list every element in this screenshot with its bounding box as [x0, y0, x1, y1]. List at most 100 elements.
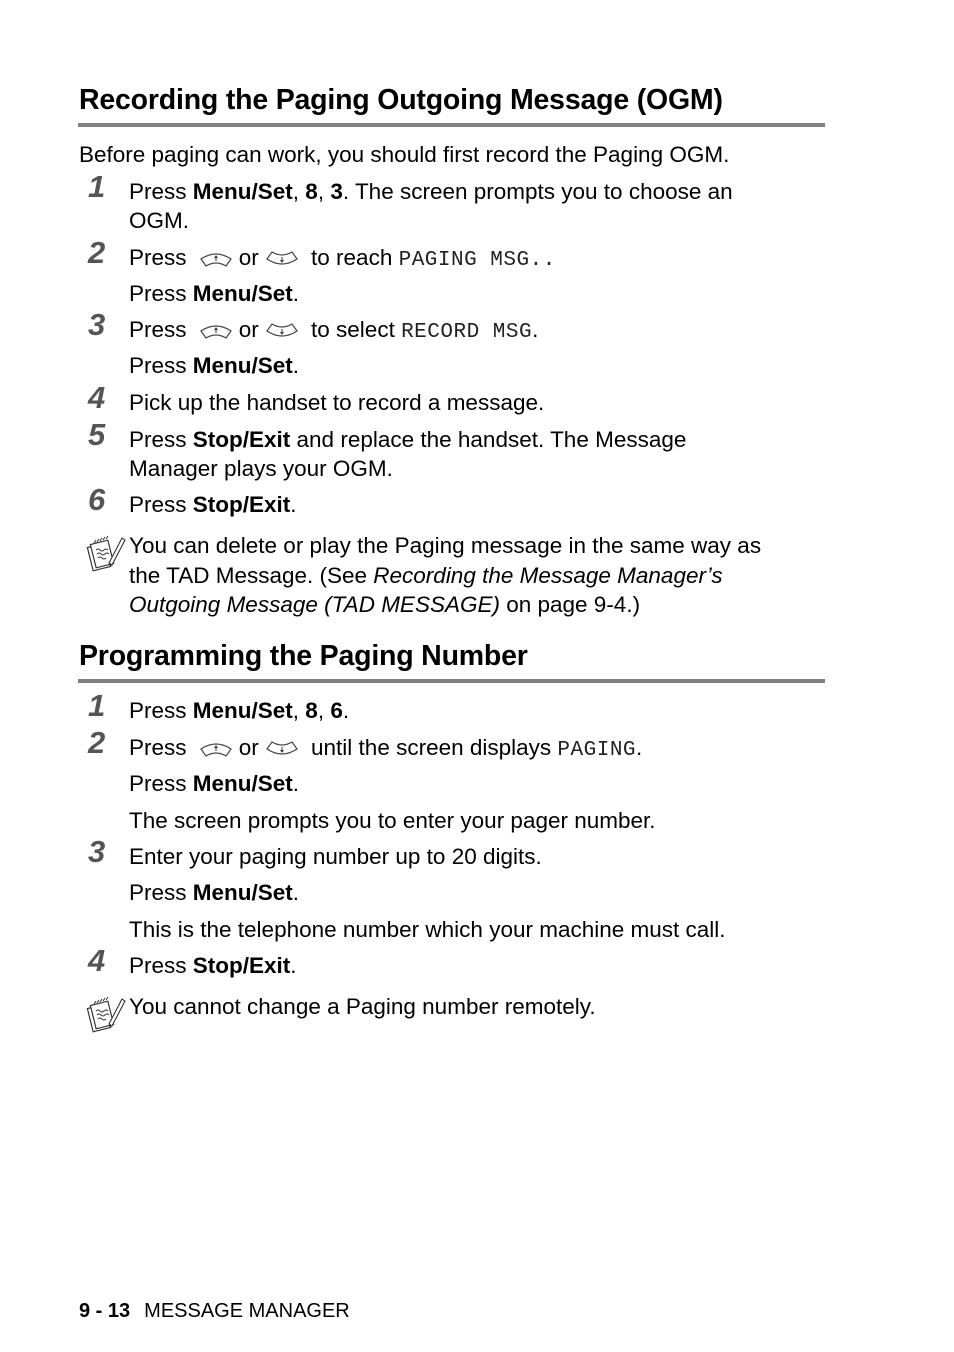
- section-rule: [78, 679, 825, 683]
- step-text-continued: OGM.: [129, 208, 189, 233]
- text: or: [238, 245, 259, 270]
- step-text: Pick up the handset to record a message.: [129, 390, 545, 415]
- step-subtext: The screen prompts you to enter your pag…: [129, 808, 656, 833]
- text: .: [636, 735, 643, 760]
- text: ,: [292, 179, 306, 204]
- text: .: [342, 698, 350, 723]
- step-text: Press or to reach PAGING MSG..: [129, 243, 556, 275]
- text: ,: [317, 179, 331, 204]
- step-text: Press Stop/Exit.: [129, 951, 297, 980]
- step-text-continued: Manager plays your OGM.: [129, 456, 393, 481]
- step-subtext: This is the telephone number which your …: [129, 917, 726, 942]
- lcd-text: PAGING MSG.: [398, 249, 543, 272]
- step-text: Press Stop/Exit and replace the handset.…: [129, 425, 686, 454]
- text: .: [292, 281, 300, 306]
- down-arrow-key-icon: [265, 740, 299, 758]
- up-arrow-key-icon: [199, 322, 233, 340]
- step-subtext: Press Menu/Set.: [129, 878, 299, 907]
- text: Press: [129, 427, 193, 452]
- note-text: the TAD Message. (See Recording the Mess…: [129, 561, 723, 590]
- step-text: Press Stop/Exit.: [129, 490, 297, 519]
- step-number: 5: [88, 417, 106, 452]
- key-label: Menu/Set: [192, 281, 293, 306]
- text: or: [238, 317, 259, 342]
- step-subtext: Press Menu/Set.: [129, 351, 299, 380]
- text: .: [290, 492, 297, 517]
- text: until the screen displays: [304, 735, 558, 760]
- note-text: You can delete or play the Paging messag…: [129, 533, 762, 558]
- down-arrow-key-icon: [265, 322, 299, 340]
- lcd-text: PAGING: [557, 739, 637, 762]
- note-text: You cannot change a Paging number remote…: [129, 994, 596, 1019]
- text: the TAD Message. (See: [129, 563, 374, 588]
- text: Press: [129, 735, 193, 760]
- text: Press: [129, 880, 193, 905]
- text: to reach: [304, 245, 399, 270]
- key-label: Menu/Set: [192, 698, 293, 723]
- key-label: 8: [305, 698, 318, 723]
- chapter-title: MESSAGE MANAGER: [144, 1300, 350, 1322]
- cross-reference: Outgoing Message (TAD MESSAGE): [129, 592, 500, 617]
- down-arrow-key-icon: [265, 250, 299, 268]
- key-label: Menu/Set: [192, 353, 293, 378]
- text: .: [290, 953, 297, 978]
- text: Press: [129, 953, 193, 978]
- text: .: [292, 771, 300, 796]
- key-label: Stop/Exit: [192, 427, 291, 452]
- intro-text: Before paging can work, you should first…: [79, 142, 730, 167]
- text: .: [532, 317, 539, 342]
- step-text: Press or until the screen displays PAGIN…: [129, 733, 642, 765]
- text: Press: [129, 179, 193, 204]
- page-number: 9 - 13: [79, 1300, 131, 1322]
- step-text: Press or to select RECORD MSG.: [129, 315, 538, 347]
- step-number: 1: [88, 169, 106, 204]
- text: Press: [129, 698, 193, 723]
- step-text: Press Menu/Set, 8, 6.: [129, 696, 349, 725]
- text: .: [292, 880, 300, 905]
- key-label: Stop/Exit: [192, 492, 291, 517]
- text: or: [238, 735, 259, 760]
- text: Press: [129, 353, 193, 378]
- text: Press: [129, 492, 193, 517]
- step-text: Enter your paging number up to 20 digits…: [129, 844, 542, 869]
- section-title-paging-number: Programming the Paging Number: [79, 640, 528, 672]
- text: .: [542, 249, 556, 272]
- manual-page: Recording the Paging Outgoing Message (O…: [0, 0, 954, 1352]
- step-number: 6: [88, 482, 106, 517]
- note-icon: [84, 994, 126, 1036]
- up-arrow-key-icon: [199, 740, 233, 758]
- key-label: Menu/Set: [192, 179, 293, 204]
- text: ,: [292, 698, 306, 723]
- text: .: [292, 353, 300, 378]
- text: to select: [304, 317, 402, 342]
- lcd-text: RECORD MSG: [401, 321, 533, 344]
- text: . The screen prompts you to choose an: [342, 179, 733, 204]
- text: Press: [129, 317, 193, 342]
- key-label: 6: [330, 698, 343, 723]
- cross-reference: Recording the Message Manager’s: [373, 563, 723, 588]
- step-subtext: Press Menu/Set.: [129, 769, 299, 798]
- step-number: 4: [88, 380, 106, 415]
- step-number: 2: [88, 235, 106, 270]
- key-label: Menu/Set: [192, 771, 293, 796]
- up-arrow-key-icon: [199, 250, 233, 268]
- key-label: Menu/Set: [192, 880, 293, 905]
- step-number: 4: [88, 943, 106, 978]
- text: and replace the handset. The Message: [290, 427, 687, 452]
- key-label: Stop/Exit: [192, 953, 291, 978]
- text: Press: [129, 771, 193, 796]
- page-footer: 9 - 13 MESSAGE MANAGER: [79, 1300, 350, 1323]
- step-number: 3: [88, 307, 106, 342]
- note-text: Outgoing Message (TAD MESSAGE) on page 9…: [129, 590, 640, 619]
- text: ,: [317, 698, 331, 723]
- key-label: 3: [330, 179, 343, 204]
- step-text: Press Menu/Set, 8, 3. The screen prompts…: [129, 177, 733, 206]
- text: on page 9-4.): [499, 592, 641, 617]
- text: Press: [129, 281, 193, 306]
- step-number: 1: [88, 688, 106, 723]
- section-title-recording-ogm: Recording the Paging Outgoing Message (O…: [79, 84, 723, 116]
- step-number: 3: [88, 834, 106, 869]
- step-number: 2: [88, 725, 106, 760]
- key-label: 8: [305, 179, 318, 204]
- step-subtext: Press Menu/Set.: [129, 279, 299, 308]
